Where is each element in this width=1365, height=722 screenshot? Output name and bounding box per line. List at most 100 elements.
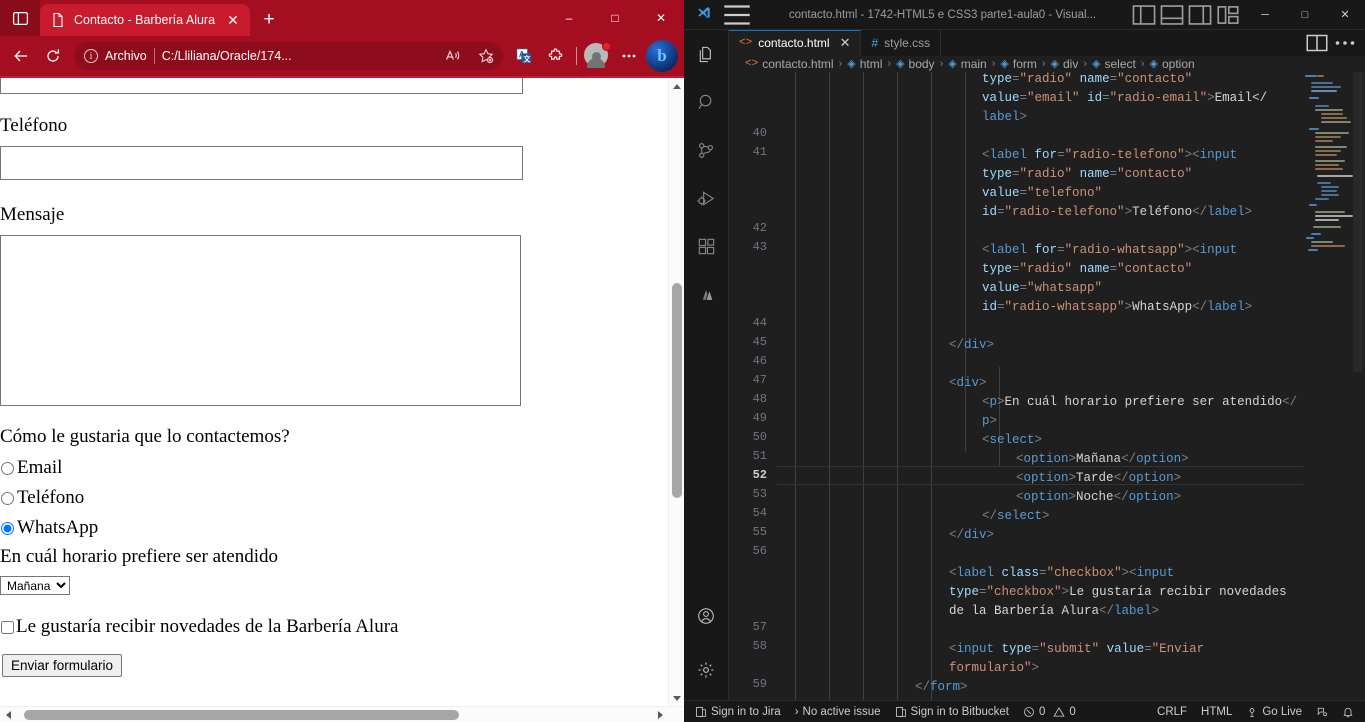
- breadcrumb-item-form[interactable]: ◈ form: [1000, 57, 1036, 71]
- breadcrumb-item-option[interactable]: ◈ option: [1150, 57, 1195, 71]
- horario-question: En cuál horario prefiere ser atendido: [0, 546, 279, 567]
- status-jira[interactable]: Sign in to Jira: [688, 701, 788, 722]
- vscode-minimize-button[interactable]: ─: [1245, 0, 1285, 30]
- status-go-live[interactable]: Go Live: [1239, 701, 1309, 722]
- code-line: type="radio" name="contacto": [982, 261, 1193, 276]
- email-input[interactable]: [0, 78, 523, 94]
- close-icon[interactable]: ✕: [224, 11, 242, 29]
- run-debug-icon[interactable]: [684, 174, 729, 222]
- new-tab-button[interactable]: +: [254, 5, 284, 35]
- refresh-icon[interactable]: [38, 41, 68, 71]
- account-icon[interactable]: [684, 592, 729, 640]
- profile-avatar-icon[interactable]: [582, 41, 612, 71]
- add-favorite-icon[interactable]: [473, 43, 499, 69]
- radio-option-whatsapp[interactable]: WhatsApp: [0, 517, 98, 539]
- more-actions-icon[interactable]: [1333, 31, 1357, 55]
- page-vertical-scrollbar[interactable]: [668, 78, 684, 706]
- code-text-area[interactable]: type="radio" name="contacto" value="emai…: [777, 71, 1303, 700]
- read-aloud-icon[interactable]: [440, 43, 466, 69]
- submit-button[interactable]: Enviar formulario: [2, 654, 123, 677]
- scroll-left-arrow-icon[interactable]: [0, 707, 16, 722]
- bing-copilot-icon[interactable]: b: [646, 40, 678, 72]
- mensaje-textarea[interactable]: [0, 235, 521, 406]
- scroll-up-arrow-icon[interactable]: [669, 78, 684, 94]
- page-icon: [50, 12, 66, 28]
- scroll-down-arrow-icon[interactable]: [669, 690, 684, 706]
- breadcrumb-item-select[interactable]: ◈ select: [1092, 57, 1136, 71]
- toggle-panel-icon[interactable]: [1159, 2, 1185, 28]
- extensions-icon[interactable]: [541, 41, 571, 71]
- address-url-text[interactable]: C:/Lliliana/Oracle/174...: [162, 49, 433, 63]
- status-active-issue[interactable]: › No active issue: [788, 701, 888, 722]
- bell-icon: [1342, 706, 1354, 718]
- status-notifications[interactable]: [1335, 701, 1361, 722]
- customize-layout-icon[interactable]: [1215, 2, 1241, 28]
- toggle-secondary-sidebar-icon[interactable]: [1187, 2, 1213, 28]
- search-icon[interactable]: [684, 78, 729, 126]
- source-control-icon[interactable]: [684, 126, 729, 174]
- atlassian-icon[interactable]: [684, 270, 729, 318]
- maximize-button[interactable]: □: [592, 0, 638, 36]
- extensions-icon[interactable]: [684, 222, 729, 270]
- scroll-right-arrow-icon[interactable]: [652, 707, 668, 722]
- editor-minimap[interactable]: [1303, 71, 1365, 700]
- tab-search-icon[interactable]: [0, 0, 40, 36]
- radio-email-input[interactable]: [1, 461, 14, 475]
- breadcrumb-item-file[interactable]: <> contacto.html: [745, 57, 834, 71]
- radio-option-email[interactable]: Email: [0, 457, 62, 479]
- radio-whatsapp-input[interactable]: [1, 521, 14, 535]
- telefono-label: Teléfono: [0, 115, 68, 136]
- line-number: 59: [752, 676, 767, 691]
- radio-telefono-input[interactable]: [1, 491, 14, 505]
- breadcrumb-item-body[interactable]: ◈ body: [896, 57, 935, 71]
- status-go-live-label: Go Live: [1262, 705, 1302, 718]
- browser-tab-title: Contacto - Barbería Alura: [74, 13, 216, 27]
- toggle-primary-sidebar-icon[interactable]: [1131, 2, 1157, 28]
- close-window-button[interactable]: ✕: [638, 0, 684, 36]
- status-problems[interactable]: 0 0: [1016, 701, 1083, 722]
- telefono-input[interactable]: [0, 146, 523, 180]
- code-line: <label for="radio-telefono"><input: [982, 147, 1238, 162]
- breadcrumb-item-div[interactable]: ◈ div: [1051, 57, 1079, 71]
- editor-tab-contacto-html[interactable]: <> contacto.html ✕: [729, 30, 862, 56]
- code-line: type="checkbox">Le gustaría recibir nove…: [949, 584, 1287, 599]
- code-line: value="telefono": [982, 185, 1103, 200]
- line-number: 42: [752, 220, 767, 235]
- explorer-icon[interactable]: [684, 30, 729, 78]
- code-editor[interactable]: 40 41 42 43 44 45 46 47 48 49 50 51 52 5…: [729, 71, 1365, 700]
- settings-gear-icon[interactable]: [684, 640, 729, 700]
- status-warning-count: 0: [1069, 705, 1076, 718]
- breadcrumb-item-html[interactable]: ◈ html: [847, 57, 882, 71]
- css-file-icon: #: [871, 35, 879, 50]
- status-bitbucket[interactable]: Sign in to Bitbucket: [888, 701, 1016, 722]
- breadcrumb-item-main[interactable]: ◈ main: [948, 57, 986, 71]
- status-language-mode[interactable]: HTML: [1194, 701, 1239, 722]
- code-line: <option>Mañana</option>: [1016, 451, 1189, 466]
- split-editor-icon[interactable]: [1305, 31, 1329, 55]
- hamburger-menu-icon[interactable]: [720, 0, 754, 32]
- newsletter-checkbox[interactable]: [1, 620, 14, 634]
- radio-option-telefono[interactable]: Teléfono: [0, 487, 84, 509]
- editor-tab-style-css[interactable]: # style.css: [861, 30, 942, 56]
- info-icon[interactable]: i: [84, 49, 98, 63]
- page-horizontal-scrollbar[interactable]: [0, 706, 684, 722]
- minimap-slider[interactable]: [1351, 71, 1365, 700]
- vertical-scroll-thumb[interactable]: [672, 283, 682, 498]
- more-options-icon[interactable]: [614, 41, 644, 71]
- status-eol[interactable]: CRLF: [1150, 701, 1194, 722]
- vscode-maximize-button[interactable]: □: [1285, 0, 1325, 30]
- close-icon[interactable]: ✕: [840, 35, 851, 51]
- translate-icon[interactable]: A 文: [509, 41, 539, 71]
- code-line: value="email" id="radio-email">Email</: [982, 90, 1268, 105]
- back-arrow-icon[interactable]: [6, 41, 36, 71]
- browser-tab[interactable]: Contacto - Barbería Alura ✕: [40, 4, 250, 36]
- horizontal-scroll-thumb[interactable]: [24, 710, 459, 720]
- minimize-button[interactable]: –: [546, 0, 592, 36]
- breadcrumb-separator: ›: [991, 57, 996, 70]
- address-bar[interactable]: i Archivo C:/Lliliana/Oracle/174...: [74, 42, 503, 70]
- newsletter-checkbox-row[interactable]: Le gustaría recibir novedades de la Barb…: [0, 616, 398, 638]
- horario-select[interactable]: MañanaTardeNoche: [0, 576, 70, 595]
- vscode-close-button[interactable]: ✕: [1325, 0, 1365, 30]
- breadcrumb-label: div: [1063, 56, 1079, 71]
- status-remote[interactable]: [1309, 701, 1335, 722]
